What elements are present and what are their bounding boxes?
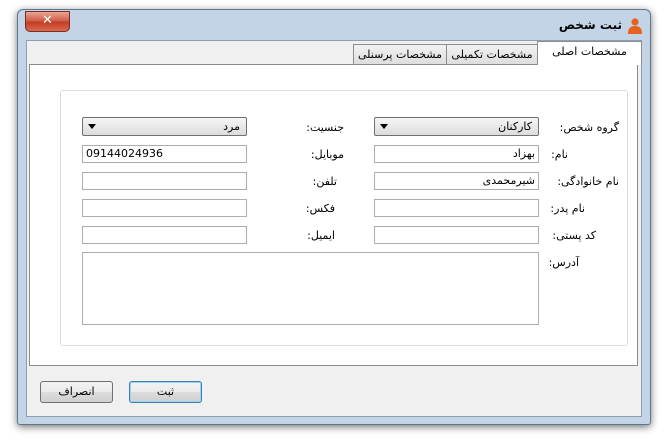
- phone-field[interactable]: [82, 172, 247, 190]
- dropdown-arrow-icon: [88, 124, 96, 129]
- family-label: نام خانوادگی:: [557, 175, 619, 188]
- postal-code-field[interactable]: [374, 226, 539, 244]
- phone-label: تلفن:: [312, 175, 337, 188]
- fax-field[interactable]: [82, 199, 247, 217]
- email-field[interactable]: [82, 226, 247, 244]
- person-form: گروه شخص: کارکنان نام: بهزاد نام خانوادگ…: [60, 90, 628, 346]
- fax-label: فکس:: [305, 202, 335, 215]
- tab-label: مشخصات پرسنلی: [357, 48, 443, 61]
- gender-value: مرد: [223, 120, 240, 133]
- tab-page-main: گروه شخص: کارکنان نام: بهزاد نام خانوادگ…: [29, 64, 638, 366]
- family-name-field[interactable]: شیرمحمدی: [374, 172, 539, 190]
- gender-select[interactable]: مرد: [82, 117, 247, 136]
- client-area: مشخصات اصلی مشخصات تکمیلی مشخصات پرسنلی …: [26, 40, 642, 417]
- close-icon: ✕: [42, 13, 53, 28]
- mobile-field[interactable]: 09144024936: [82, 145, 247, 163]
- postal-code-label: کد پستی:: [552, 229, 596, 242]
- tab-additional-info[interactable]: مشخصات تکمیلی: [445, 44, 539, 65]
- name-label: نام:: [551, 148, 568, 161]
- title-bar[interactable]: ثبت شخص ✕: [18, 10, 650, 40]
- gender-label: جنسیت:: [306, 121, 344, 134]
- close-button[interactable]: ✕: [25, 11, 70, 32]
- mobile-label: موبایل:: [310, 148, 344, 161]
- email-label: ایمیل:: [307, 229, 335, 242]
- person-group-value: کارکنان: [498, 120, 532, 133]
- person-group-select[interactable]: کارکنان: [374, 117, 539, 136]
- name-field[interactable]: بهزاد: [374, 145, 539, 163]
- submit-button[interactable]: ثبت: [129, 381, 202, 403]
- father-name-label: نام پدر:: [550, 202, 585, 215]
- group-label: گروه شخص:: [559, 121, 619, 134]
- father-name-field[interactable]: [374, 199, 539, 217]
- cancel-button[interactable]: انصراف: [40, 381, 113, 403]
- tab-personnel-info[interactable]: مشخصات پرسنلی: [353, 44, 447, 65]
- window-title: ثبت شخص: [558, 18, 622, 32]
- user-icon: [628, 18, 642, 34]
- address-label: آدرس:: [548, 256, 579, 269]
- tab-label: مشخصات اصلی: [552, 45, 627, 58]
- address-field[interactable]: [82, 252, 539, 325]
- tab-main-info[interactable]: مشخصات اصلی: [537, 41, 642, 65]
- tab-label: مشخصات تکمیلی: [451, 48, 533, 61]
- dropdown-arrow-icon: [380, 124, 388, 129]
- dialog-window: ثبت شخص ✕ مشخصات اصلی مشخصات تکمیلی مشخص…: [17, 9, 651, 425]
